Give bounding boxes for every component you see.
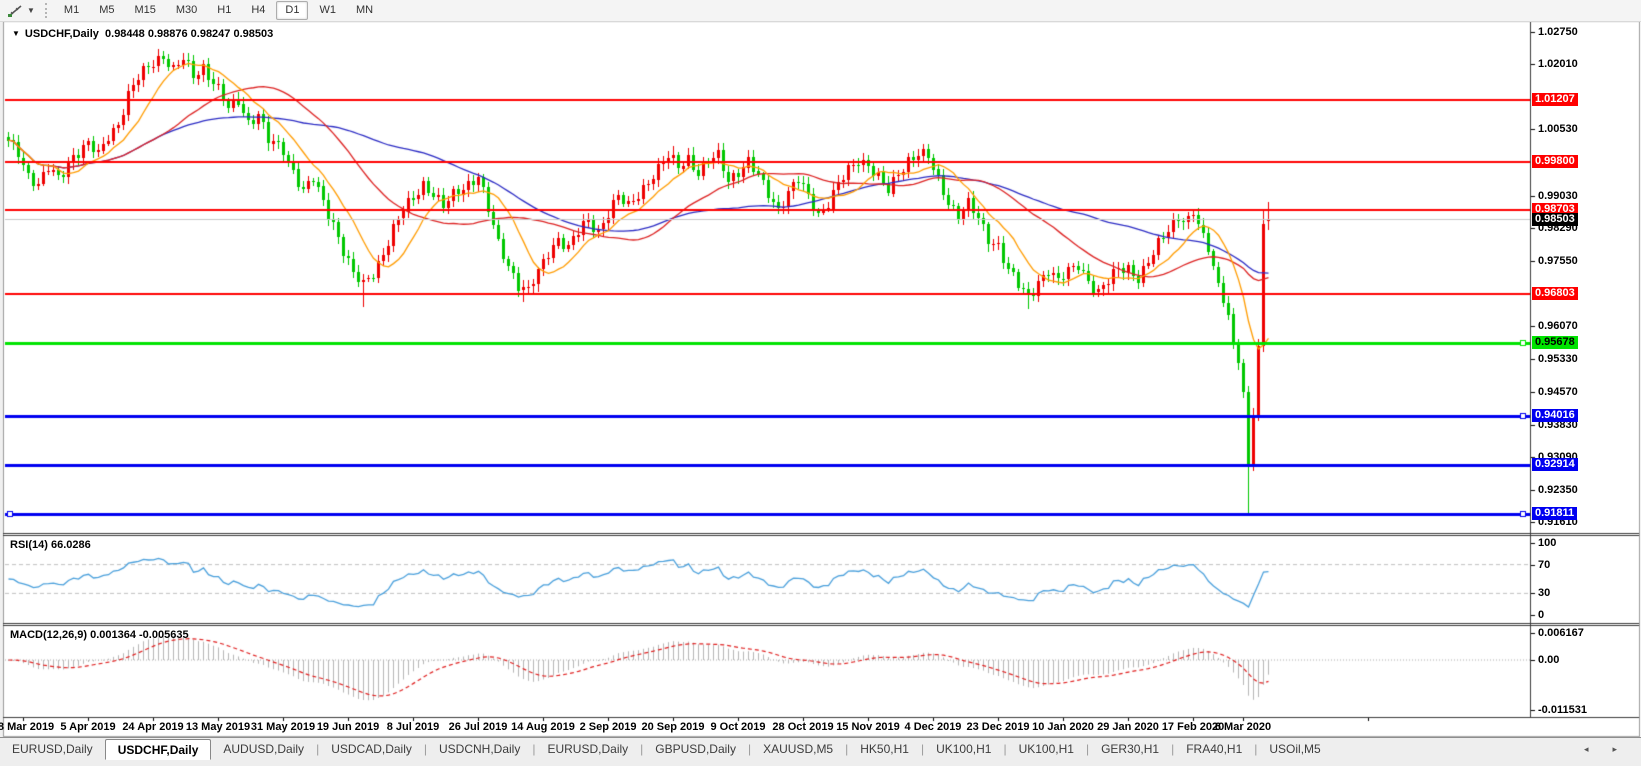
tab-audusd-daily[interactable]: AUDUSD,Daily — [211, 739, 316, 758]
timeframe-button-m15[interactable]: M15 — [125, 1, 164, 20]
tab-gbpusd-daily[interactable]: GBPUSD,Daily — [643, 739, 748, 758]
tab-fra40-h1[interactable]: FRA40,H1 — [1174, 739, 1254, 758]
chart-canvas[interactable] — [0, 0, 1641, 765]
toolbar-grip — [45, 3, 47, 18]
tab-uk100-h1[interactable]: UK100,H1 — [1007, 739, 1086, 758]
timeframe-button-d1[interactable]: D1 — [276, 1, 308, 20]
tab-xauusd-m5[interactable]: XAUUSD,M5 — [751, 739, 845, 758]
trendline-icon — [7, 4, 24, 18]
tab-usdcad-daily[interactable]: USDCAD,Daily — [319, 739, 424, 758]
tab-usdcnh-daily[interactable]: USDCNH,Daily — [427, 739, 532, 758]
tab-scroll-left-icon[interactable]: ◂ — [1584, 744, 1599, 755]
chart-tab-bar: EURUSD,DailyUSDCHF,DailyAUDUSD,Daily|USD… — [0, 737, 1641, 766]
timeframe-buttons: M1M5M15M30H1H4D1W1MN — [54, 1, 383, 20]
mt4-terminal: { "toolbar": { "draw_tool_icon": "trendl… — [0, 0, 1641, 765]
tab-eurusd-daily[interactable]: EURUSD,Daily — [0, 739, 105, 758]
timeframe-button-h1[interactable]: H1 — [208, 1, 240, 20]
draw-tools-button[interactable]: ▼ — [3, 3, 39, 19]
tab-ger30-h1[interactable]: GER30,H1 — [1089, 739, 1171, 758]
tab-hk50-h1[interactable]: HK50,H1 — [848, 739, 921, 758]
timeframe-button-h4[interactable]: H4 — [242, 1, 274, 20]
timeframe-button-m1[interactable]: M1 — [55, 1, 88, 20]
dropdown-caret-icon: ▼ — [27, 6, 35, 15]
timeframe-button-mn[interactable]: MN — [347, 1, 382, 20]
timeframe-button-m30[interactable]: M30 — [167, 1, 206, 20]
top-toolbar: ▼ M1M5M15M30H1H4D1W1MN — [0, 0, 1641, 22]
tab-uk100-h1[interactable]: UK100,H1 — [924, 739, 1003, 758]
tab-scroll-right-icon[interactable]: ▸ — [1612, 744, 1627, 755]
timeframe-button-m5[interactable]: M5 — [90, 1, 123, 20]
timeframe-button-w1[interactable]: W1 — [310, 1, 345, 20]
tab-eurusd-daily[interactable]: EURUSD,Daily — [535, 739, 640, 758]
tab-usoil-m5[interactable]: USOil,M5 — [1257, 739, 1332, 758]
tab-usdchf-daily[interactable]: USDCHF,Daily — [105, 739, 212, 760]
